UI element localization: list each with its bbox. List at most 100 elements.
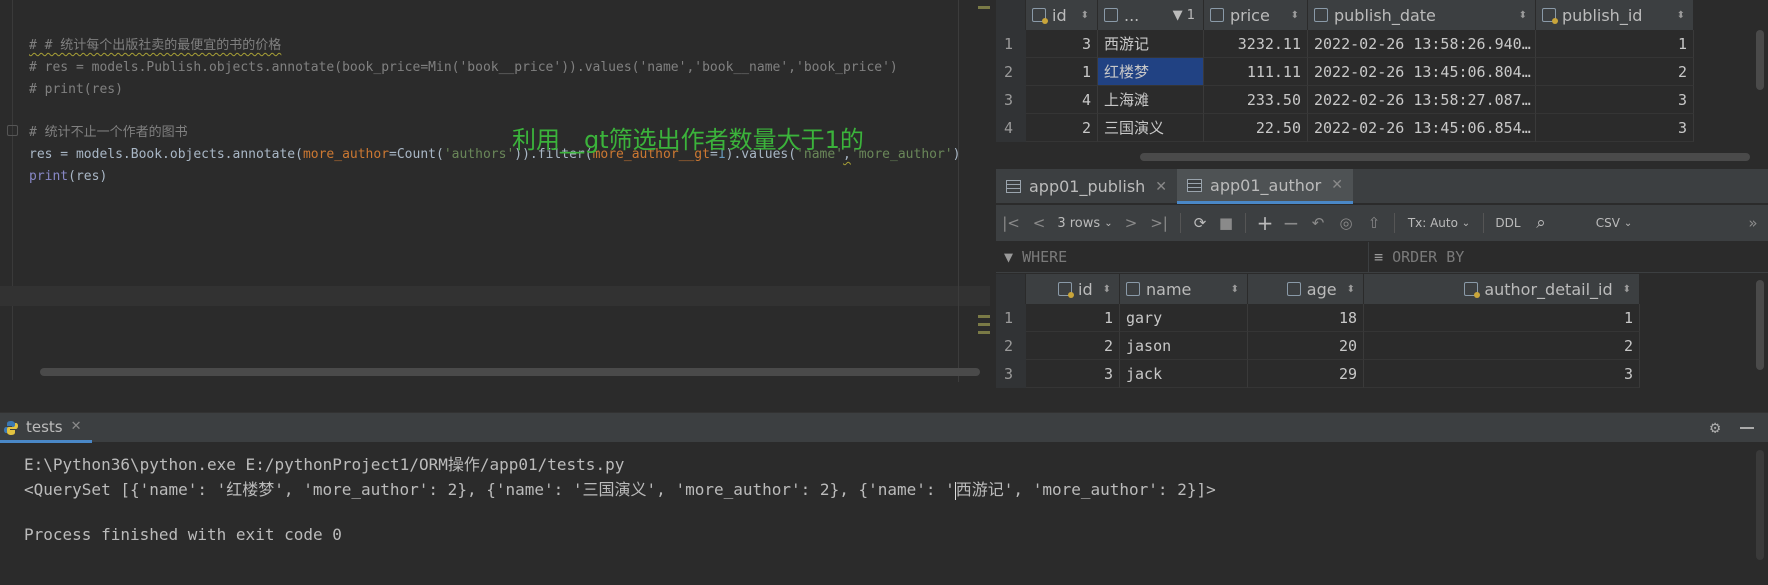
error-stripe-mark[interactable] [978, 315, 990, 318]
cell-publish-date[interactable]: 2022-02-26 13:58:26.940… [1308, 30, 1536, 58]
cell-publish-id[interactable]: 3 [1536, 114, 1694, 142]
tab-app01-publish[interactable]: app01_publish ✕ [996, 169, 1177, 204]
author-grid-vertical-scrollbar[interactable] [1756, 280, 1764, 370]
cell-id[interactable]: 4 [1026, 86, 1098, 114]
sort-icon[interactable]: ⬍ [1677, 10, 1685, 21]
cell-price[interactable]: 233.50 [1204, 86, 1308, 114]
refresh-icon[interactable]: ⟳ [1187, 205, 1213, 241]
cell-name[interactable]: gary [1120, 304, 1248, 332]
code-line-7[interactable]: print(res) [29, 168, 107, 186]
gear-icon[interactable]: ⚙ [1710, 419, 1728, 437]
previous-page-icon[interactable]: < [1026, 205, 1052, 241]
revert-icon[interactable]: ↶ [1304, 205, 1332, 241]
code-line-3[interactable]: # print(res) [29, 81, 123, 99]
row-number[interactable]: 2 [996, 58, 1026, 86]
cell-author-detail-id[interactable]: 1 [1364, 304, 1640, 332]
sort-icon[interactable]: ⬍ [1081, 10, 1089, 21]
editor-horizontal-scrollbar[interactable] [40, 368, 980, 376]
book-grid-horizontal-scrollbar[interactable] [1140, 153, 1750, 161]
sort-icon[interactable]: ⬍ [1623, 284, 1631, 295]
cell-price[interactable]: 22.50 [1204, 114, 1308, 142]
console-vertical-scrollbar[interactable] [1756, 450, 1764, 560]
rows-count-dropdown[interactable]: 3 rows ⌄ [1052, 205, 1118, 241]
cell-age[interactable]: 20 [1248, 332, 1364, 360]
row-number[interactable]: 1 [996, 30, 1026, 58]
last-page-icon[interactable]: >| [1144, 205, 1174, 241]
sort-icon[interactable]: ⬍ [1347, 284, 1355, 295]
ddl-button[interactable]: DDL [1490, 205, 1526, 241]
code-line-2[interactable]: # res = models.Publish.objects.annotate(… [29, 59, 898, 77]
column-header-name[interactable]: ... ▼ 1 [1098, 0, 1204, 30]
sort-icon[interactable]: ⬍ [1519, 10, 1527, 21]
code-line-5[interactable]: # 统计不止一个作者的图书 [29, 124, 188, 142]
error-stripe-mark[interactable] [978, 331, 990, 334]
run-tab-tests[interactable]: tests ✕ [0, 413, 92, 443]
cell-age[interactable]: 18 [1248, 304, 1364, 332]
book-grid-vertical-scrollbar[interactable] [1756, 30, 1764, 90]
row-number[interactable]: 2 [996, 332, 1026, 360]
author-data-grid[interactable]: id ⬍ name ⬍ age ⬍ author_detail_id ⬍ 1 1 gar… [996, 274, 1768, 392]
cell-id[interactable]: 3 [1026, 360, 1120, 388]
cell-name-selected[interactable]: 红楼梦 [1098, 58, 1204, 86]
cell-name[interactable]: jason [1120, 332, 1248, 360]
minimize-icon[interactable] [1740, 427, 1754, 429]
cell-publish-date[interactable]: 2022-02-26 13:45:06.854… [1308, 114, 1536, 142]
preview-icon[interactable]: ◎ [1332, 205, 1360, 241]
cell-name[interactable]: 上海滩 [1098, 86, 1204, 114]
book-data-grid[interactable]: id ⬍ ... ▼ 1 price ⬍ publish_date ⬍ publish_… [996, 0, 1768, 163]
close-icon[interactable]: ✕ [1155, 179, 1167, 195]
cell-publish-id[interactable]: 2 [1536, 58, 1694, 86]
next-page-icon[interactable]: > [1118, 205, 1144, 241]
cell-price[interactable]: 111.11 [1204, 58, 1308, 86]
search-icon[interactable]: ⌕ [1526, 205, 1556, 241]
code-editor[interactable]: # # 统计每个出版社卖的最便宜的书的价格 # res = models.Pub… [0, 0, 995, 382]
cell-id[interactable]: 1 [1026, 58, 1098, 86]
cell-author-detail-id[interactable]: 2 [1364, 332, 1640, 360]
cell-id[interactable]: 2 [1026, 332, 1120, 360]
row-number[interactable]: 4 [996, 114, 1026, 142]
where-filter-input[interactable]: ▼ WHERE [1004, 248, 1067, 266]
export-format-dropdown[interactable]: CSV ⌄ [1584, 205, 1644, 241]
close-icon[interactable]: ✕ [1331, 177, 1343, 193]
close-icon[interactable]: ✕ [71, 419, 82, 434]
tab-app01-author[interactable]: app01_author ✕ [1177, 169, 1353, 204]
cell-author-detail-id[interactable]: 3 [1364, 360, 1640, 388]
cell-publish-date[interactable]: 2022-02-26 13:45:06.804… [1308, 58, 1536, 86]
code-line-1[interactable]: # # 统计每个出版社卖的最便宜的书的价格 [29, 37, 281, 55]
cell-publish-id[interactable]: 1 [1536, 30, 1694, 58]
cell-id[interactable]: 2 [1026, 114, 1098, 142]
cell-publish-date[interactable]: 2022-02-26 13:58:27.087… [1308, 86, 1536, 114]
column-header-age[interactable]: age ⬍ [1248, 274, 1364, 304]
order-by-input[interactable]: ≡ ORDER BY [1374, 248, 1464, 266]
run-console[interactable]: E:\Python36\python.exe E:/pythonProject1… [0, 443, 1768, 585]
first-page-icon[interactable]: |< [996, 205, 1026, 241]
cell-name[interactable]: 三国演义 [1098, 114, 1204, 142]
cell-name[interactable]: jack [1120, 360, 1248, 388]
stop-icon[interactable]: ■ [1213, 205, 1239, 241]
sort-icon[interactable]: ⬍ [1231, 284, 1239, 295]
sort-icon[interactable]: ⬍ [1103, 284, 1111, 295]
cell-id[interactable]: 1 [1026, 304, 1120, 332]
row-number[interactable]: 3 [996, 86, 1026, 114]
cell-age[interactable]: 29 [1248, 360, 1364, 388]
column-header-id[interactable]: id ⬍ [1026, 274, 1120, 304]
column-header-publish-id[interactable]: publish_id ⬍ [1536, 0, 1694, 30]
submit-icon[interactable]: ⇧ [1360, 205, 1388, 241]
column-header-author-detail-id[interactable]: author_detail_id ⬍ [1364, 274, 1640, 304]
error-stripe-mark[interactable] [978, 323, 990, 326]
row-number[interactable]: 1 [996, 304, 1026, 332]
transaction-mode-dropdown[interactable]: Tx: Auto ⌄ [1401, 205, 1477, 241]
sort-icon[interactable]: ⬍ [1291, 10, 1299, 21]
error-stripe-mark[interactable] [978, 6, 990, 9]
column-header-publish-date[interactable]: publish_date ⬍ [1308, 0, 1536, 30]
cell-name[interactable]: 西游记 [1098, 30, 1204, 58]
cell-price[interactable]: 3232.11 [1204, 30, 1308, 58]
fold-toggle-icon[interactable] [7, 125, 18, 136]
column-header-id[interactable]: id ⬍ [1026, 0, 1098, 30]
row-number[interactable]: 3 [996, 360, 1026, 388]
delete-row-icon[interactable]: − [1278, 205, 1304, 241]
more-actions-icon[interactable]: » [1738, 205, 1768, 241]
column-header-name[interactable]: name ⬍ [1120, 274, 1248, 304]
sort-order-indicator[interactable]: ▼ 1 [1173, 8, 1195, 23]
column-header-price[interactable]: price ⬍ [1204, 0, 1308, 30]
